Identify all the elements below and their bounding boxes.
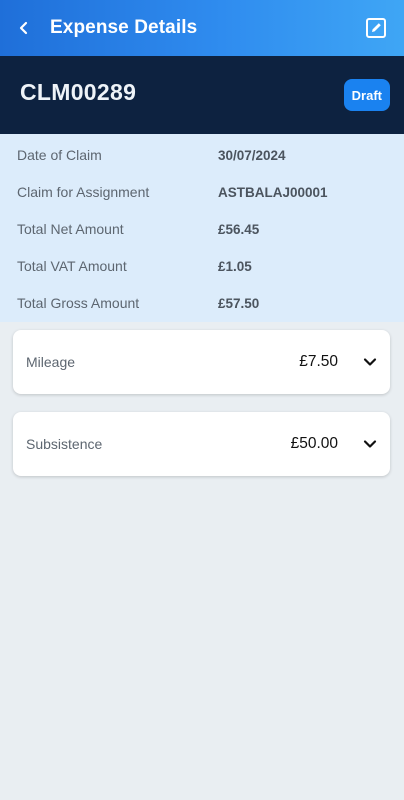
expense-card-subsistence[interactable]: Subsistence £50.00 — [13, 412, 390, 476]
back-chevron-icon — [19, 21, 28, 35]
expense-amount: £50.00 — [290, 435, 338, 452]
summary-row-gross: Total Gross Amount £57.50 — [0, 292, 404, 314]
summary-label: Date of Claim — [17, 147, 102, 163]
summary-value: £57.50 — [218, 295, 260, 311]
page-title: Expense Details — [50, 17, 198, 38]
expense-label: Mileage — [26, 354, 76, 370]
claim-summary: Date of Claim 30/07/2024 Claim for Assig… — [0, 134, 404, 322]
edit-button[interactable] — [364, 16, 388, 40]
summary-value: £1.05 — [218, 258, 252, 274]
summary-row-net: Total Net Amount £56.45 — [0, 218, 404, 240]
summary-label: Total Gross Amount — [17, 295, 140, 311]
status-badge: Draft — [343, 79, 390, 111]
edit-square-icon — [366, 18, 386, 38]
back-button[interactable] — [0, 0, 48, 56]
chevron-down-icon[interactable] — [362, 436, 378, 452]
summary-value: £56.45 — [218, 221, 260, 237]
expense-label: Subsistence — [26, 436, 103, 452]
expense-card-mileage[interactable]: Mileage £7.50 — [13, 330, 390, 394]
summary-label: Total VAT Amount — [17, 258, 127, 274]
app-bar: Expense Details — [0, 0, 404, 56]
summary-row-date: Date of Claim 30/07/2024 — [0, 144, 404, 166]
claim-id: CLM00289 — [20, 79, 137, 105]
summary-row-assignment: Claim for Assignment ASTBALAJ00001 — [0, 181, 404, 203]
claim-header: CLM00289 Draft — [0, 56, 404, 134]
summary-label: Claim for Assignment — [17, 184, 150, 200]
summary-label: Total Net Amount — [17, 221, 124, 237]
summary-row-vat: Total VAT Amount £1.05 — [0, 255, 404, 277]
summary-value: ASTBALAJ00001 — [218, 184, 328, 200]
chevron-down-icon[interactable] — [362, 354, 378, 370]
expense-amount: £7.50 — [299, 353, 338, 370]
summary-value: 30/07/2024 — [218, 147, 286, 163]
